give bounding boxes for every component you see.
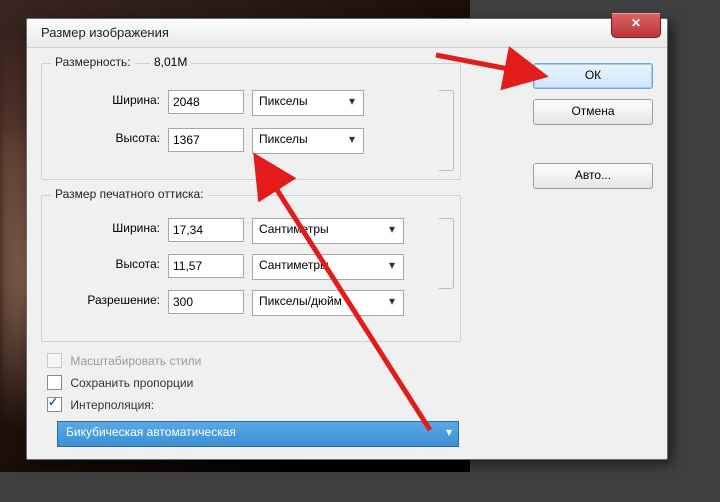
dialog-title: Размер изображения bbox=[41, 25, 169, 40]
resolution-input[interactable] bbox=[168, 290, 244, 314]
chevron-down-icon: ▾ bbox=[385, 294, 399, 308]
titlebar[interactable]: Размер изображения ✕ bbox=[27, 19, 667, 48]
print-height-label: Высота: bbox=[50, 257, 160, 271]
print-width-input[interactable] bbox=[168, 218, 244, 242]
pixel-width-input[interactable] bbox=[168, 90, 244, 114]
auto-button[interactable]: Авто... bbox=[533, 163, 653, 189]
resample-label: Интерполяция: bbox=[70, 398, 154, 412]
resample-row[interactable]: Интерполяция: bbox=[47, 397, 154, 417]
print-height-unit-select[interactable]: Сантиметры ▾ bbox=[252, 254, 404, 280]
scale-styles-label: Масштабировать стили bbox=[70, 354, 201, 368]
print-caption: Размер печатного оттиска: bbox=[51, 187, 208, 201]
ok-button[interactable]: ОК bbox=[533, 63, 653, 89]
link-print-icon bbox=[439, 218, 454, 289]
print-height-input[interactable] bbox=[168, 254, 244, 278]
chevron-down-icon: ▾ bbox=[385, 222, 399, 236]
chevron-down-icon: ▾ bbox=[345, 94, 359, 108]
pixel-width-label: Ширина: bbox=[50, 93, 160, 107]
pixel-height-label: Высота: bbox=[50, 131, 160, 145]
chevron-down-icon: ▾ bbox=[446, 425, 452, 439]
print-size-group: Размер печатного оттиска: Ширина: Сантим… bbox=[41, 195, 461, 342]
resolution-unit-select[interactable]: Пикселы/дюйм ▾ bbox=[252, 290, 404, 316]
resample-method-select[interactable]: Бикубическая автоматическая ▾ bbox=[57, 421, 459, 447]
pixel-width-unit-select[interactable]: Пикселы ▾ bbox=[252, 90, 364, 116]
pixel-height-unit-select[interactable]: Пикселы ▾ bbox=[252, 128, 364, 154]
app-bottom-bar bbox=[0, 472, 720, 502]
chevron-down-icon: ▾ bbox=[345, 132, 359, 146]
scale-styles-checkbox bbox=[47, 353, 62, 368]
resolution-label: Разрешение: bbox=[50, 293, 160, 307]
constrain-checkbox[interactable] bbox=[47, 375, 62, 390]
constrain-label: Сохранить пропорции bbox=[70, 376, 193, 390]
cancel-button[interactable]: Отмена bbox=[533, 99, 653, 125]
constrain-row[interactable]: Сохранить пропорции bbox=[47, 375, 193, 395]
chevron-down-icon: ▾ bbox=[385, 258, 399, 272]
pixel-dims-size: 8,01M bbox=[150, 55, 191, 69]
close-button[interactable]: ✕ bbox=[611, 13, 661, 38]
pixel-dimensions-group: Размерность: 8,01M Ширина: Пикселы ▾ Выс… bbox=[41, 63, 461, 180]
scale-styles-row: Масштабировать стили bbox=[47, 353, 201, 373]
resample-checkbox[interactable] bbox=[47, 397, 62, 412]
close-icon: ✕ bbox=[631, 16, 641, 30]
image-size-dialog: Размер изображения ✕ Размерность: 8,01M … bbox=[26, 18, 668, 460]
link-dimensions-icon bbox=[439, 90, 454, 171]
print-width-unit-select[interactable]: Сантиметры ▾ bbox=[252, 218, 404, 244]
print-width-label: Ширина: bbox=[50, 221, 160, 235]
pixel-height-input[interactable] bbox=[168, 128, 244, 152]
pixel-dims-caption: Размерность: bbox=[51, 55, 135, 69]
